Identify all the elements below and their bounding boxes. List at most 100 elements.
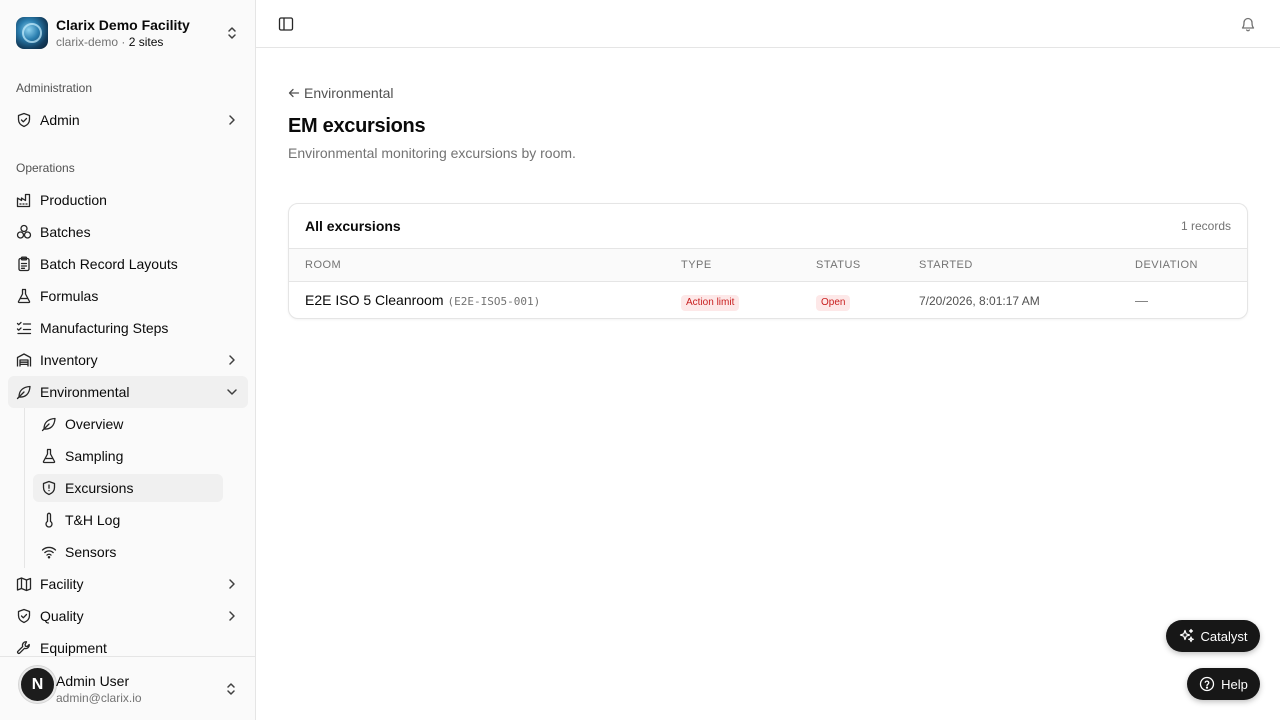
sidebar-item-label: Production (40, 192, 107, 208)
panel-left-icon[interactable] (278, 16, 294, 32)
catalyst-label: Catalyst (1200, 628, 1248, 644)
org-subtitle: clarix-demo · 2 sites (56, 34, 224, 50)
sparkles-icon (1179, 628, 1194, 643)
arrow-left-icon (288, 88, 300, 98)
sidebar-item-label: Environmental (40, 384, 130, 400)
map-icon (16, 577, 32, 592)
sidebar-subitem-th-log[interactable]: T&H Log (33, 506, 223, 534)
org-switcher[interactable]: Clarix Demo Facility clarix-demo · 2 sit… (8, 10, 248, 56)
sidebar-item-batch-record-layouts[interactable]: Batch Record Layouts (8, 248, 248, 280)
org-text: Clarix Demo Facility clarix-demo · 2 sit… (56, 17, 224, 50)
column-header-started[interactable]: STARTED (919, 259, 973, 272)
wrench-icon (16, 641, 30, 655)
submenu-guide-line (24, 408, 25, 568)
record-count: 1 records (1180, 219, 1231, 233)
sidebar-subitem-label: Excursions (65, 480, 134, 496)
card-header: All excursions 1 records (289, 204, 1247, 249)
flask-icon (42, 448, 56, 464)
clipboard-list-icon (18, 256, 30, 272)
table-row[interactable]: E2E ISO 5 Cleanroom (E2E-ISO5-001) Action… (289, 282, 1247, 318)
sidebar-item-label: Batch Record Layouts (40, 256, 178, 272)
sidebar-item-manufacturing-steps[interactable]: Manufacturing Steps (8, 312, 248, 344)
sidebar-subitem-sampling[interactable]: Sampling (33, 442, 223, 470)
page-title: EM excursions (288, 115, 426, 137)
sidebar-item-label: Facility (40, 576, 84, 592)
avatar: N (19, 666, 56, 703)
leaf-icon (41, 417, 56, 432)
section-label-administration: Administration (16, 81, 93, 95)
sidebar-item-quality[interactable]: Quality (8, 600, 248, 632)
help-circle-icon (1199, 676, 1215, 692)
org-slug: clarix-demo (56, 34, 119, 49)
sidebar-subitem-overview[interactable]: Overview (33, 410, 223, 438)
cell-deviation: — (1135, 293, 1148, 308)
sidebar-subitem-excursions[interactable]: Excursions (33, 474, 223, 502)
sidebar-item-label: Formulas (40, 288, 99, 304)
sidebar-item-label: Admin (40, 112, 80, 128)
back-link[interactable]: Environmental (288, 85, 394, 101)
page-description: Environmental monitoring excursions by r… (288, 145, 576, 161)
back-link-label: Environmental (304, 85, 394, 101)
sidebar-item-facility[interactable]: Facility (8, 568, 248, 600)
user-menu[interactable]: N Admin User admin@clarix.io (0, 656, 255, 720)
chevron-right-icon (229, 611, 235, 621)
top-bar (256, 0, 1280, 48)
sidebar-item-production[interactable]: Production (8, 184, 248, 216)
column-header-room[interactable]: ROOM (305, 259, 341, 272)
excursions-card: All excursions 1 records ROOM TYPE STATU… (288, 203, 1248, 319)
sidebar-item-label: Equipment (40, 640, 107, 656)
column-header-status[interactable]: STATUS (816, 259, 861, 272)
sidebar-item-label: Manufacturing Steps (40, 320, 169, 336)
sidebar-item-environmental[interactable]: Environmental (8, 376, 248, 408)
help-button[interactable]: Help (1187, 668, 1260, 700)
help-label: Help (1221, 676, 1248, 692)
shield-check-icon (17, 608, 31, 624)
sidebar-item-label: Batches (40, 224, 91, 240)
chevron-down-icon (227, 389, 237, 395)
org-logo (16, 17, 48, 49)
factory-icon (16, 193, 31, 208)
org-sites: 2 sites (128, 34, 164, 49)
boxes-icon (16, 224, 32, 239)
sidebar-item-inventory[interactable]: Inventory (8, 344, 248, 376)
leaf-icon (16, 385, 31, 400)
user-name: Admin User (56, 673, 130, 689)
sidebar: Clarix Demo Facility clarix-demo · 2 sit… (0, 0, 256, 720)
flask-icon (17, 288, 31, 304)
card-title: All excursions (305, 218, 401, 234)
catalyst-button[interactable]: Catalyst (1166, 620, 1260, 652)
column-header-type[interactable]: TYPE (681, 259, 712, 272)
chevrons-up-down-icon (228, 27, 236, 39)
thermometer-icon (45, 512, 53, 528)
column-header-deviation[interactable]: DEVIATION (1135, 259, 1198, 272)
sidebar-item-admin[interactable]: Admin (8, 104, 248, 136)
shield-alert-icon (42, 480, 56, 496)
bell-icon[interactable] (1240, 16, 1256, 32)
chevron-right-icon (229, 115, 235, 125)
user-email: admin@clarix.io (56, 691, 142, 705)
app-root: Clarix Demo Facility clarix-demo · 2 sit… (0, 0, 1280, 720)
cell-status: Open (816, 292, 851, 311)
status-badge: Open (816, 295, 851, 311)
avatar-initial: N (31, 675, 44, 693)
section-label-operations: Operations (16, 161, 75, 175)
sidebar-item-batches[interactable]: Batches (8, 216, 248, 248)
room-code: (E2E-ISO5-001) (447, 295, 541, 308)
sidebar-subitem-sensors[interactable]: Sensors (33, 538, 223, 566)
sidebar-item-formulas[interactable]: Formulas (8, 280, 248, 312)
warehouse-icon (16, 353, 32, 367)
room-name: E2E ISO 5 Cleanroom (305, 292, 444, 308)
type-badge: Action limit (681, 295, 740, 311)
sidebar-item-label: Inventory (40, 352, 98, 368)
cell-room: E2E ISO 5 Cleanroom (E2E-ISO5-001) (305, 292, 540, 310)
cell-type: Action limit (681, 292, 740, 311)
sidebar-subitem-label: Sampling (65, 448, 124, 464)
chevrons-up-down-icon (227, 683, 235, 695)
org-separator: · (118, 34, 129, 49)
chevron-right-icon (229, 579, 235, 589)
list-checks-icon (16, 321, 32, 335)
cell-started: 7/20/2026, 8:01:17 AM (919, 294, 1040, 308)
sidebar-subitem-label: Sensors (65, 544, 117, 560)
sidebar-subitem-label: Overview (65, 416, 124, 432)
wifi-icon (41, 546, 57, 559)
